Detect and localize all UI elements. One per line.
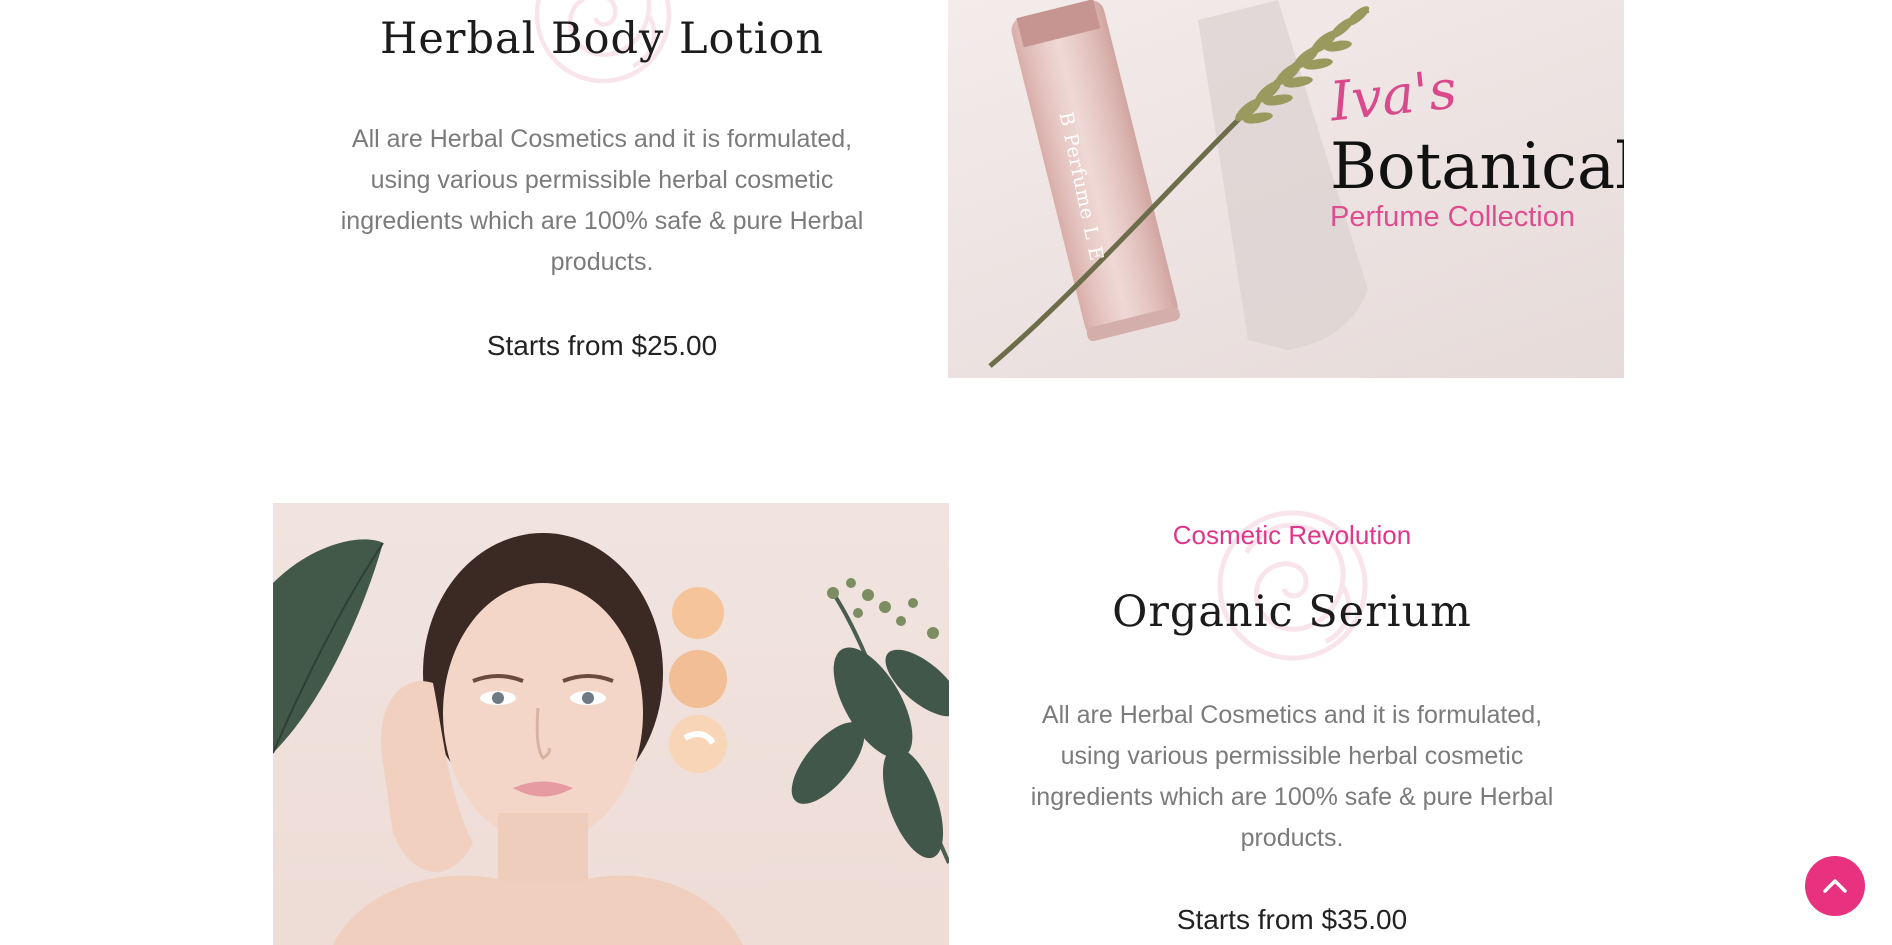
product-title: Herbal Body Lotion (379, 14, 825, 64)
serum-model-image (273, 503, 949, 945)
product-description: All are Herbal Cosmetics and it is formu… (1030, 701, 1554, 852)
product-text-herbal-body-lotion: Herbal Body Lotion All are Herbal Cosmet… (273, 0, 931, 378)
perfume-product-image: B Perfume L E Iva's Botanical Perfume Co… (948, 0, 1624, 378)
product-title: Organic Serium (1112, 587, 1472, 637)
product-price: Starts from $25.00 (486, 330, 718, 361)
brand-name: Botanical (1330, 130, 1624, 204)
section-kicker: Cosmetic Revolution (1172, 520, 1412, 550)
product-text-organic-serium: Cosmetic Revolution Organic Serium All a… (963, 503, 1621, 945)
brand-script: Iva's (1327, 57, 1460, 134)
product-price: Starts from $35.00 (1176, 904, 1408, 935)
brand-subtitle: Perfume Collection (1330, 201, 1575, 233)
product-description: All are Herbal Cosmetics and it is formu… (340, 125, 864, 276)
model-illustration (273, 533, 949, 945)
back-to-top-button[interactable] (1805, 856, 1865, 916)
chevron-up-icon (1823, 879, 1847, 893)
